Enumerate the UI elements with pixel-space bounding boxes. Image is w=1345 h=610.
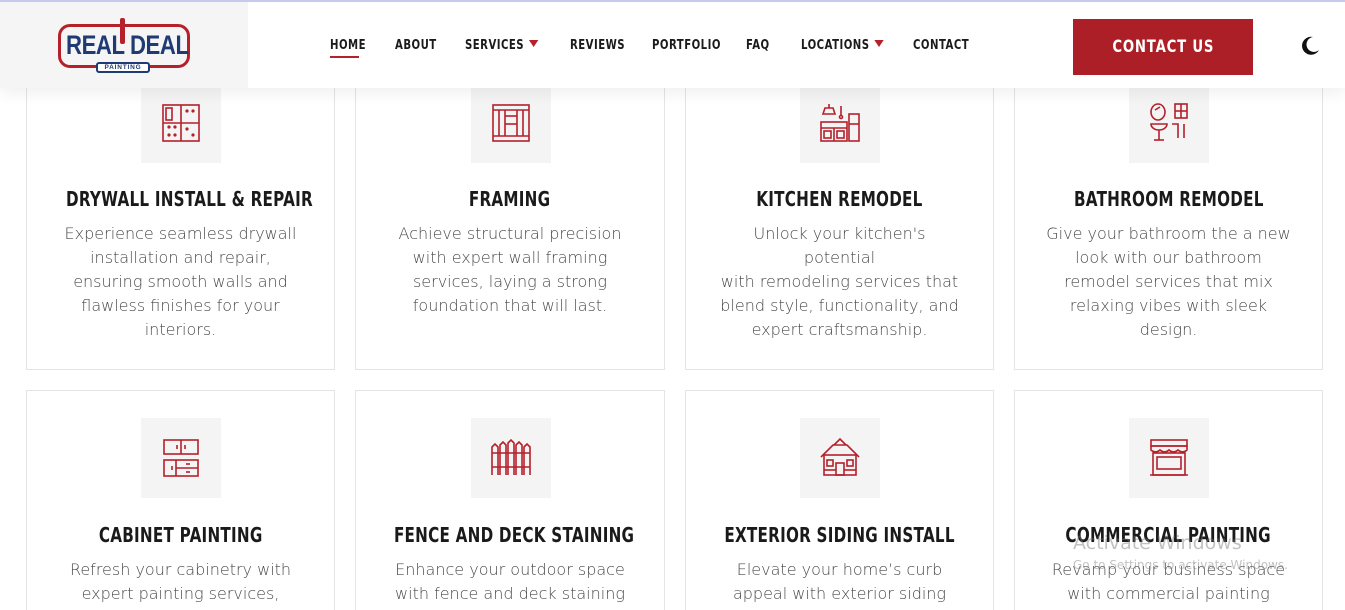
card-title: BATHROOM REMODEL	[1073, 187, 1264, 211]
nav-reviews[interactable]: REVIEWS	[570, 38, 625, 53]
card-description: Enhance your outdoor space with fence and…	[395, 560, 625, 603]
house-icon	[800, 418, 880, 498]
fence-icon	[471, 418, 551, 498]
card-description: Elevate your home’s curb appeal with exte…	[732, 560, 947, 603]
moon-icon[interactable]	[1299, 35, 1321, 57]
service-card-commercial[interactable]: COMMERCIAL PAINTING Revamp your business…	[1014, 390, 1323, 610]
card-title: KITCHEN REMODEL	[756, 187, 923, 211]
framing-icon	[471, 83, 551, 163]
kitchen-icon	[800, 83, 880, 163]
card-description: Revamp your business space with commercia…	[1051, 560, 1286, 603]
contact-us-button[interactable]: CONTACT US	[1073, 19, 1253, 75]
nav-home[interactable]: HOME	[330, 38, 366, 53]
card-title: EXTERIOR SIDING INSTALL	[724, 523, 955, 547]
nav-about[interactable]: ABOUT	[395, 38, 437, 53]
logo-area: REAL DEAL PAINTING	[0, 2, 248, 88]
nav-faq[interactable]: FAQ	[746, 38, 770, 53]
card-description: Refresh your cabinetry with expert painti…	[69, 560, 292, 603]
nav-locations[interactable]: LOCATIONS	[801, 38, 884, 53]
bathroom-icon	[1129, 83, 1209, 163]
service-card-kitchen[interactable]: KITCHEN REMODEL Unlock your kitchen's po…	[685, 70, 994, 370]
site-logo[interactable]: REAL DEAL PAINTING	[58, 18, 190, 73]
service-card-siding[interactable]: EXTERIOR SIDING INSTALL Elevate your hom…	[685, 390, 994, 610]
chevron-down-icon	[874, 40, 884, 47]
drywall-icon	[141, 83, 221, 163]
storefront-icon	[1129, 418, 1209, 498]
card-description: Experience seamless drywall installation …	[64, 224, 297, 339]
card-title: DRYWALL INSTALL & REPAIR	[65, 187, 313, 211]
card-description: Achieve structural precision with expert …	[398, 224, 622, 315]
service-card-bathroom[interactable]: BATHROOM REMODEL Give your bathroom the …	[1014, 70, 1323, 370]
nav-services[interactable]: SERVICES	[465, 38, 539, 53]
logo-subtext: PAINTING	[96, 62, 150, 73]
card-description: Unlock your kitchen's potential with remo…	[720, 224, 959, 339]
chevron-down-icon	[528, 40, 539, 47]
card-description: Give your bathroom the a new look with ou…	[1046, 224, 1291, 339]
card-title: FRAMING	[469, 187, 551, 211]
nav-contact[interactable]: CONTACT	[913, 38, 969, 53]
logo-text: REAL DEAL	[66, 30, 189, 60]
nav-portfolio[interactable]: PORTFOLIO	[652, 38, 721, 53]
cabinet-icon	[141, 418, 221, 498]
service-card-framing[interactable]: FRAMING Achieve structural precision with…	[355, 70, 665, 370]
card-title: COMMERCIAL PAINTING	[1065, 523, 1272, 547]
service-card-fence[interactable]: FENCE AND DECK STAINING Enhance your out…	[355, 390, 665, 610]
card-title: CABINET PAINTING	[98, 523, 263, 547]
service-card-cabinet[interactable]: CABINET PAINTING Refresh your cabinetry …	[26, 390, 335, 610]
site-header: REAL DEAL PAINTING HOME ABOUT SERVICES R…	[0, 0, 1345, 88]
nav-active-underline	[330, 56, 359, 58]
card-title: FENCE AND DECK STAINING	[393, 523, 635, 547]
service-card-drywall[interactable]: DRYWALL INSTALL & REPAIR Experience seam…	[26, 70, 335, 370]
